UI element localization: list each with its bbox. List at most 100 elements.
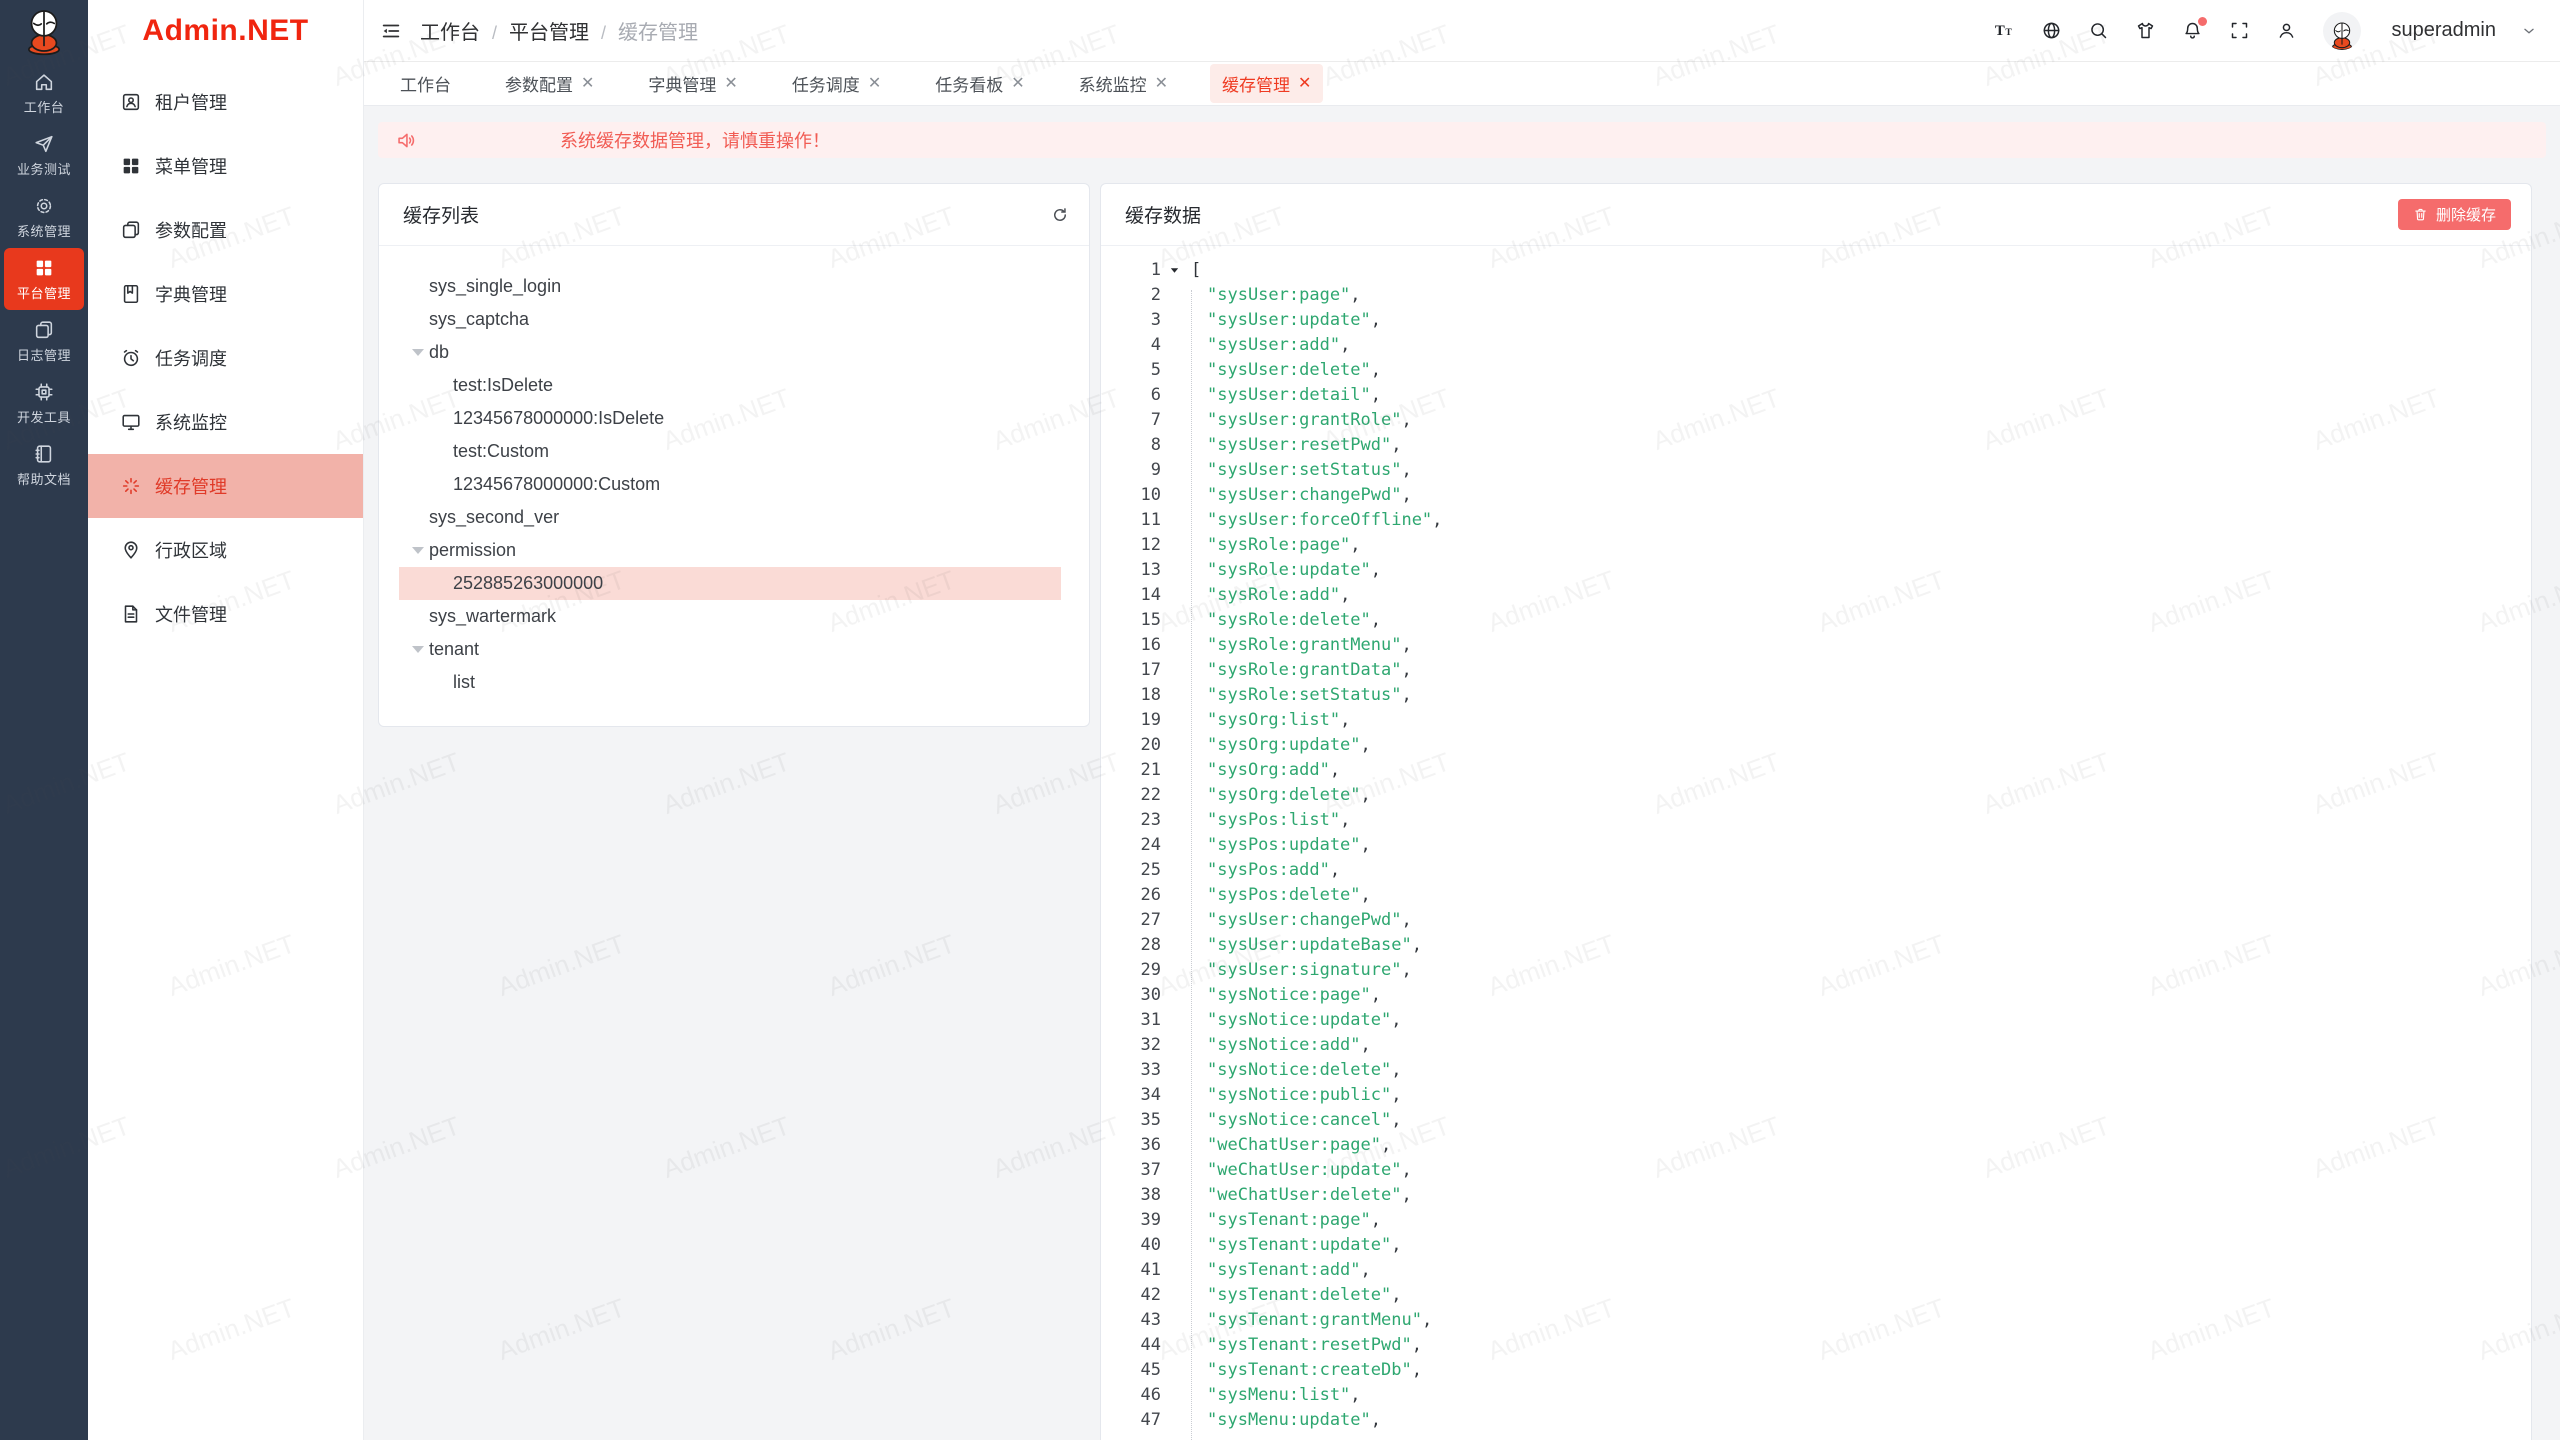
alarm-clock-icon xyxy=(120,347,142,369)
line-number: 16 xyxy=(1101,633,1161,658)
line-number: 45 xyxy=(1101,1358,1161,1383)
avatar[interactable] xyxy=(2323,12,2361,50)
code-entry: "sysOrg:delete", xyxy=(1207,783,1371,808)
line-number: 44 xyxy=(1101,1333,1161,1358)
notification-bell-icon[interactable] xyxy=(2182,20,2203,41)
tab-参数配置[interactable]: 参数配置✕ xyxy=(493,64,606,103)
code-line: 18"sysRole:setStatus", xyxy=(1101,683,2531,708)
tab-工作台[interactable]: 工作台 xyxy=(388,64,463,103)
code-line: 11"sysUser:forceOffline", xyxy=(1101,508,2531,533)
code-line: 14"sysRole:add", xyxy=(1101,583,2531,608)
username[interactable]: superadmin xyxy=(2391,19,2496,42)
tree-node[interactable]: sys_single_login xyxy=(399,270,1061,303)
tree-node[interactable]: 12345678000000:IsDelete xyxy=(399,402,1061,435)
grid-icon xyxy=(33,257,55,279)
chevron-down-icon[interactable] xyxy=(2522,24,2536,38)
tree-expand-icon[interactable] xyxy=(412,646,424,653)
sidebar-item[interactable]: 系统监控 xyxy=(88,390,363,454)
rail-item[interactable]: 工作台 xyxy=(4,62,84,124)
cache-tree: sys_single_loginsys_captchadb test:IsDele… xyxy=(379,246,1089,711)
collapse-menu-icon[interactable] xyxy=(380,20,402,42)
tree-node[interactable]: test:IsDelete xyxy=(399,369,1061,402)
line-number: 33 xyxy=(1101,1058,1161,1083)
tab-close-icon[interactable]: ✕ xyxy=(868,76,881,92)
line-number: 19 xyxy=(1101,708,1161,733)
code-line: 35"sysNotice:cancel", xyxy=(1101,1108,2531,1133)
sidebar-item[interactable]: 租户管理 xyxy=(88,70,363,134)
tab-close-icon[interactable]: ✕ xyxy=(581,76,594,92)
rail-item[interactable]: 系统管理 xyxy=(4,186,84,248)
tab-close-icon[interactable]: ✕ xyxy=(724,76,737,92)
tree-node[interactable]: 252885263000000 xyxy=(399,567,1061,600)
tree-node-label: 252885263000000 xyxy=(453,573,603,594)
sidebar-item[interactable]: 菜单管理 xyxy=(88,134,363,198)
tab-字典管理[interactable]: 字典管理✕ xyxy=(636,64,749,103)
line-number: 12 xyxy=(1101,533,1161,558)
fullscreen-icon[interactable] xyxy=(2229,20,2250,41)
tab-任务调度[interactable]: 任务调度✕ xyxy=(780,64,893,103)
sidebar-item[interactable]: 参数配置 xyxy=(88,198,363,262)
app-logo-mascot[interactable] xyxy=(0,0,88,62)
rail-nav: 工作台业务测试系统管理平台管理日志管理开发工具帮助文档 xyxy=(0,62,88,496)
app-logo-text: Admin.NET xyxy=(88,0,363,62)
tree-node[interactable]: list xyxy=(399,666,1061,699)
trash-icon xyxy=(2413,207,2428,222)
tree-node[interactable]: sys_wartermark xyxy=(399,600,1061,633)
tree-node[interactable]: db xyxy=(399,336,1061,369)
search-icon[interactable] xyxy=(2088,20,2109,41)
user-icon[interactable] xyxy=(2276,20,2297,41)
tab-任务看板[interactable]: 任务看板✕ xyxy=(923,64,1036,103)
code-line: 13"sysRole:update", xyxy=(1101,558,2531,583)
tab-系统监控[interactable]: 系统监控✕ xyxy=(1067,64,1180,103)
sidebar-item-label: 任务调度 xyxy=(155,345,227,371)
tab-close-icon[interactable]: ✕ xyxy=(1155,76,1168,92)
breadcrumb-item[interactable]: 工作台 xyxy=(420,22,480,44)
tree-node-label: tenant xyxy=(429,639,479,660)
theme-icon[interactable] xyxy=(2135,20,2156,41)
sidebar-item[interactable]: 字典管理 xyxy=(88,262,363,326)
breadcrumb-item[interactable]: 平台管理 xyxy=(509,22,589,44)
breadcrumb-separator: / xyxy=(601,23,606,43)
tree-node-label: test:Custom xyxy=(453,441,549,462)
language-icon[interactable] xyxy=(2041,20,2062,41)
json-viewer[interactable]: 1[2"sysUser:page",3"sysUser:update",4"sy… xyxy=(1101,246,2531,1440)
code-line: 46"sysMenu:list", xyxy=(1101,1383,2531,1408)
tab-缓存管理[interactable]: 缓存管理✕ xyxy=(1210,64,1323,103)
tree-expand-icon[interactable] xyxy=(412,547,424,554)
rail-item[interactable]: 业务测试 xyxy=(4,124,84,186)
collapse-caret-icon[interactable] xyxy=(1161,258,1183,283)
rail-item[interactable]: 开发工具 xyxy=(4,372,84,434)
code-line: 42"sysTenant:delete", xyxy=(1101,1283,2531,1308)
line-number: 39 xyxy=(1101,1208,1161,1233)
font-size-icon[interactable]: TT xyxy=(1994,20,2015,41)
tree-node[interactable]: permission xyxy=(399,534,1061,567)
mascot-icon xyxy=(18,5,70,57)
delete-cache-button[interactable]: 删除缓存 xyxy=(2398,199,2511,230)
tree-node[interactable]: 12345678000000:Custom xyxy=(399,468,1061,501)
rail-item[interactable]: 帮助文档 xyxy=(4,434,84,496)
rail-item-label: 帮助文档 xyxy=(17,469,71,488)
code-line: 38"weChatUser:delete", xyxy=(1101,1183,2531,1208)
copy-docs-icon xyxy=(120,219,142,241)
sidebar-item[interactable]: 缓存管理 xyxy=(88,454,363,518)
sidebar-item[interactable]: 任务调度 xyxy=(88,326,363,390)
tree-node[interactable]: sys_second_ver xyxy=(399,501,1061,534)
sidebar-item[interactable]: 文件管理 xyxy=(88,582,363,646)
tree-node-label: db xyxy=(429,342,449,363)
line-number: 23 xyxy=(1101,808,1161,833)
tree-node[interactable]: test:Custom xyxy=(399,435,1061,468)
tab-close-icon[interactable]: ✕ xyxy=(1011,76,1024,92)
line-number: 30 xyxy=(1101,983,1161,1008)
sidebar-item-label: 参数配置 xyxy=(155,217,227,243)
tree-expand-icon[interactable] xyxy=(412,349,424,356)
code-entry: "sysTenant:resetPwd", xyxy=(1207,1333,1422,1358)
rail-item[interactable]: 平台管理 xyxy=(4,248,84,310)
sidebar-item-label: 缓存管理 xyxy=(155,473,227,499)
tree-node[interactable]: tenant xyxy=(399,633,1061,666)
tab-close-icon[interactable]: ✕ xyxy=(1298,76,1311,92)
refresh-icon[interactable] xyxy=(1051,206,1069,224)
sidebar-item[interactable]: 行政区域 xyxy=(88,518,363,582)
code-line: 4"sysUser:add", xyxy=(1101,333,2531,358)
tree-node[interactable]: sys_captcha xyxy=(399,303,1061,336)
rail-item[interactable]: 日志管理 xyxy=(4,310,84,372)
